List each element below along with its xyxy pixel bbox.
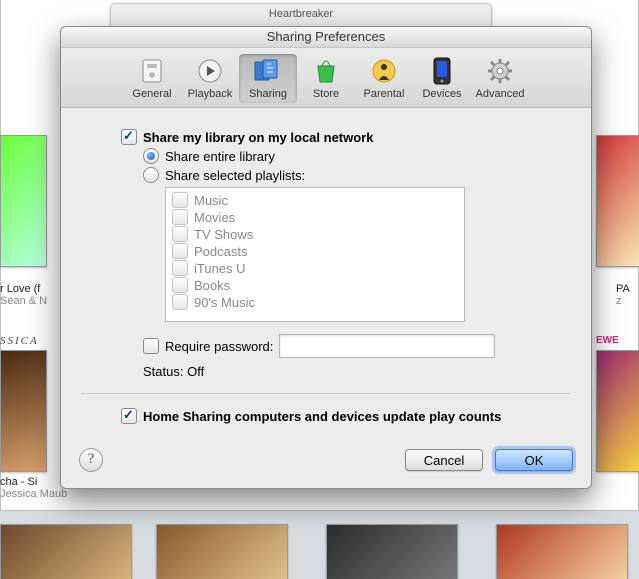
- tab-parental[interactable]: Parental: [355, 54, 413, 103]
- playlist-checkbox[interactable]: [172, 277, 188, 293]
- cancel-button[interactable]: Cancel: [405, 449, 483, 471]
- bg-caption: EWE: [596, 335, 619, 346]
- share-selected-radio[interactable]: [143, 167, 159, 183]
- bg-caption: SSICA: [0, 335, 39, 347]
- status-value: Off: [187, 364, 204, 379]
- bg-caption: cha - Si: [0, 476, 37, 488]
- playlist-item: 90's Music: [194, 295, 255, 310]
- bg-caption: r Love (f: [0, 283, 40, 295]
- playlist-checkbox[interactable]: [172, 294, 188, 310]
- help-button[interactable]: ?: [79, 448, 103, 472]
- playlist-item: Movies: [194, 210, 235, 225]
- bg-caption-sub: Sean & N: [0, 295, 47, 307]
- sharing-icon: [252, 56, 284, 86]
- bg-caption-sub: Jessica Maub: [0, 488, 67, 500]
- gear-icon: [484, 56, 516, 86]
- playlist-checkbox[interactable]: [172, 260, 188, 276]
- playlist-checkbox[interactable]: [172, 192, 188, 208]
- playlist-item: TV Shows: [194, 227, 253, 242]
- playlist-checkbox[interactable]: [172, 226, 188, 242]
- require-password-checkbox[interactable]: [143, 338, 159, 354]
- playlist-item: Books: [194, 278, 230, 293]
- share-library-checkbox[interactable]: [121, 129, 137, 145]
- playlist-item: iTunes U: [194, 261, 246, 276]
- share-selected-label: Share selected playlists:: [165, 168, 305, 183]
- tab-playback[interactable]: Playback: [181, 54, 239, 103]
- bag-icon: [310, 56, 342, 86]
- tab-store[interactable]: Store: [297, 54, 355, 103]
- playlist-list[interactable]: Music Movies TV Shows Podcasts iTunes U …: [165, 187, 465, 322]
- share-entire-radio[interactable]: [143, 148, 159, 164]
- tab-sharing[interactable]: Sharing: [239, 54, 297, 103]
- playlist-item: Music: [194, 193, 228, 208]
- tab-devices[interactable]: Devices: [413, 54, 471, 103]
- switch-icon: [136, 56, 168, 86]
- home-sharing-checkbox[interactable]: [121, 408, 137, 424]
- status-label: Status:: [143, 364, 187, 379]
- toolbar: General Playback Sharing Store Parental …: [61, 48, 591, 108]
- password-field[interactable]: [279, 334, 495, 358]
- home-sharing-label: Home Sharing computers and devices updat…: [143, 409, 501, 424]
- playlist-checkbox[interactable]: [172, 209, 188, 225]
- background-tab: Heartbreaker: [110, 3, 492, 27]
- device-icon: [426, 56, 458, 86]
- bg-caption: PA: [616, 283, 630, 295]
- require-password-label: Require password:: [165, 339, 273, 354]
- share-entire-label: Share entire library: [165, 149, 275, 164]
- share-library-label: Share my library on my local network: [143, 130, 373, 145]
- window-title: Sharing Preferences: [61, 27, 591, 48]
- tab-general[interactable]: General: [123, 54, 181, 103]
- bg-caption-sub: z: [616, 295, 622, 307]
- ok-button[interactable]: OK: [495, 449, 573, 471]
- playlist-checkbox[interactable]: [172, 243, 188, 259]
- preferences-dialog: Sharing Preferences General Playback Sha…: [60, 26, 592, 489]
- tab-advanced[interactable]: Advanced: [471, 54, 529, 103]
- play-icon: [194, 56, 226, 86]
- parental-icon: [368, 56, 400, 86]
- playlist-item: Podcasts: [194, 244, 247, 259]
